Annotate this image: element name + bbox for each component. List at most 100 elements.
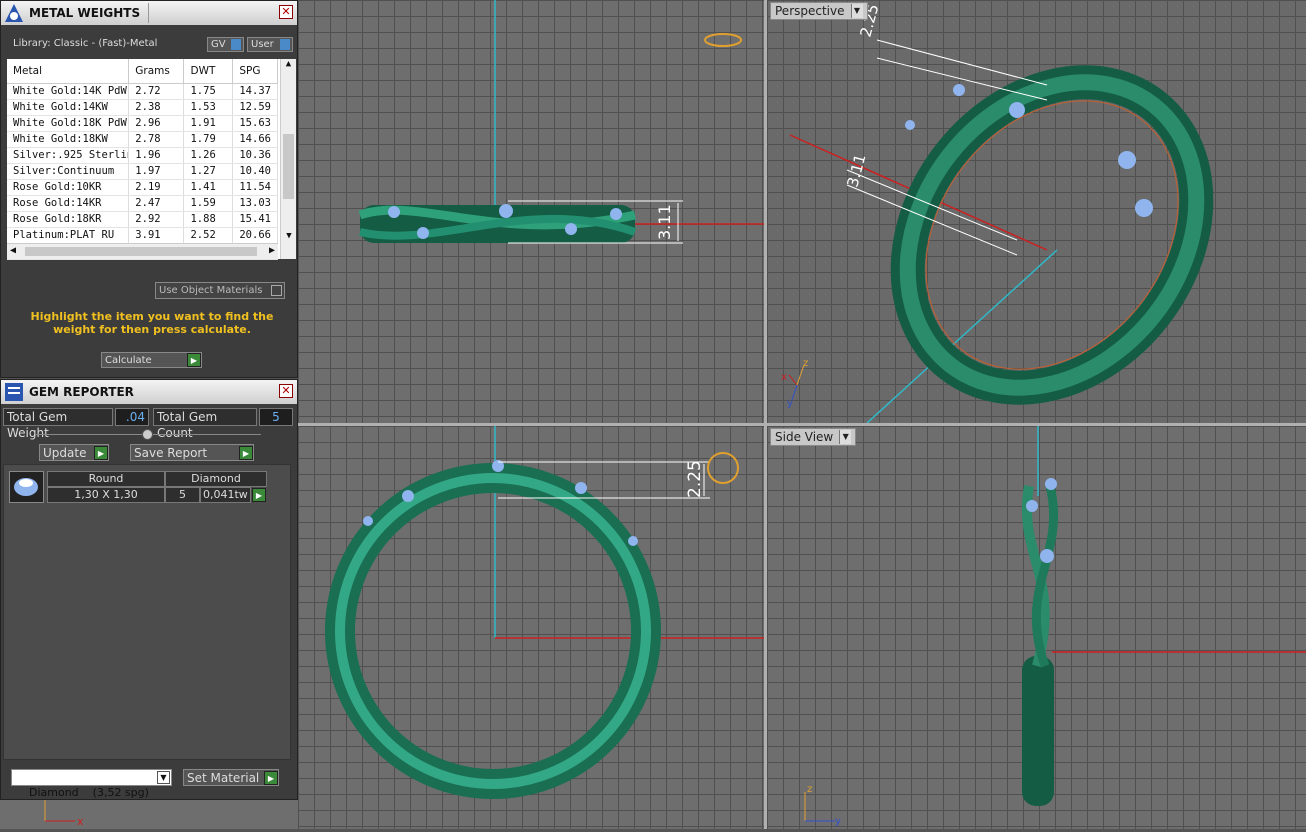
- column-header-spg[interactable]: SPG: [232, 59, 278, 84]
- calculate-hint: Highlight the item you want to find the …: [30, 310, 274, 336]
- table-cell: 2.96: [128, 115, 185, 132]
- table-cell: 10.40: [232, 163, 278, 180]
- set-material-button[interactable]: Set Material ▶: [183, 769, 279, 786]
- calculate-button[interactable]: Calculate ▶: [101, 352, 202, 368]
- chevron-up-icon[interactable]: ▲: [281, 59, 296, 69]
- material-select[interactable]: Diamond (3,52 spg) ▼: [11, 769, 172, 799]
- scroll-thumb[interactable]: [25, 247, 257, 256]
- table-row[interactable]: White Gold:14K PdW 2.72 1.75 14.37: [7, 83, 278, 100]
- close-icon[interactable]: ✕: [279, 5, 293, 19]
- viewport-top[interactable]: 3.11: [298, 0, 764, 423]
- use-object-materials-label: Use Object Materials: [159, 285, 263, 296]
- chevron-down-icon[interactable]: ▼: [839, 430, 852, 444]
- table-cell: 1.79: [183, 131, 234, 148]
- table-cell: 1.27: [183, 163, 234, 180]
- table-row[interactable]: White Gold:18K PdW 2.96 1.91 15.63: [7, 115, 278, 132]
- viewport-separator-vertical[interactable]: [764, 0, 767, 829]
- table-cell: 2.52: [183, 227, 234, 244]
- table-row[interactable]: Rose Gold:18KR 2.92 1.88 15.41: [7, 211, 278, 228]
- gem-material: Diamond: [165, 471, 267, 487]
- metal-weights-icon: [5, 4, 23, 22]
- axis-gizmo-perspective: x z y: [781, 358, 808, 409]
- checkbox-icon: [271, 285, 282, 296]
- viewport-perspective[interactable]: 2.25 3.11 x z y Perspective ▼: [767, 0, 1306, 423]
- gem-weight: 0,041tw: [200, 487, 251, 503]
- update-button[interactable]: Update ▶: [39, 444, 109, 461]
- slider-knob[interactable]: [142, 429, 153, 440]
- table-cell: 1.75: [183, 83, 234, 100]
- material-select-value: Diamond (3,52 spg): [29, 786, 149, 799]
- table-row[interactable]: Silver:Continuum 1.97 1.27 10.40: [7, 163, 278, 180]
- ring-side: [1021, 478, 1059, 806]
- table-row[interactable]: White Gold:14KW 2.38 1.53 12.59: [7, 99, 278, 116]
- svg-text:x: x: [781, 372, 787, 383]
- gem-reporter-title: GEM REPORTER: [29, 385, 134, 399]
- table-cell: 3.91: [128, 227, 185, 244]
- ring-top: [358, 204, 637, 243]
- scroll-thumb[interactable]: [283, 134, 294, 199]
- viewport-label-side[interactable]: Side View ▼: [770, 428, 857, 446]
- table-cell: White Gold:14K PdW: [7, 83, 130, 100]
- chevron-down-icon[interactable]: ▼: [157, 771, 170, 784]
- table-row[interactable]: Platinum:PLAT RU 3.91 2.52 20.66: [7, 227, 278, 244]
- user-toggle-label: User: [251, 39, 274, 50]
- play-arrow-icon: ▶: [239, 445, 253, 460]
- gem-size: 1,30 X 1,30: [47, 487, 165, 503]
- total-gem-weight-value: .04: [115, 408, 149, 426]
- save-report-button[interactable]: Save Report ▶: [130, 444, 254, 461]
- table-row[interactable]: Rose Gold:10KR 2.19 1.41 11.54: [7, 179, 278, 196]
- table-row[interactable]: White Gold:18KW 2.78 1.79 14.66: [7, 131, 278, 148]
- svg-text:y: y: [835, 816, 841, 827]
- table-cell: Rose Gold:18KR: [7, 211, 130, 228]
- axis-x-label: x: [77, 815, 84, 828]
- table-cell: 2.19: [128, 179, 185, 196]
- table-cell: 2.78: [128, 131, 185, 148]
- chevron-down-icon[interactable]: ▼: [281, 231, 297, 241]
- metal-weights-title: METAL WEIGHTS: [29, 6, 141, 20]
- metal-weights-titlebar[interactable]: METAL WEIGHTS ✕: [1, 1, 297, 25]
- use-object-materials-checkbox[interactable]: Use Object Materials: [155, 282, 285, 299]
- viewport-label-perspective[interactable]: Perspective ▼: [770, 2, 868, 20]
- table-cell: 14.66: [232, 131, 278, 148]
- table-cell: 20.66: [232, 227, 278, 244]
- table-cell: Silver:Continuum: [7, 163, 130, 180]
- table-cell: 1.88: [183, 211, 234, 228]
- viewport-front[interactable]: 2.25: [298, 426, 764, 829]
- update-label: Update: [43, 445, 87, 460]
- svg-text:z: z: [803, 358, 808, 369]
- gv-toggle[interactable]: GV: [207, 37, 244, 52]
- table-row[interactable]: Rose Gold:14KR 2.47 1.59 13.03: [7, 195, 278, 212]
- gem-reporter-titlebar[interactable]: GEM REPORTER ✕: [1, 380, 297, 404]
- close-icon[interactable]: ✕: [279, 384, 293, 398]
- column-header-metal[interactable]: Metal: [7, 59, 130, 84]
- table-cell: Rose Gold:14KR: [7, 195, 130, 212]
- table-row[interactable]: Silver:.925 Sterling 1.96 1.26 10.36: [7, 147, 278, 164]
- gem-list[interactable]: Round Diamond 1,30 X 1,30 5 0,041tw ▶: [3, 464, 291, 760]
- metal-table-vertical-scrollbar[interactable]: ▲ ▼: [280, 59, 296, 259]
- chevron-left-icon[interactable]: ◀: [10, 245, 16, 256]
- table-cell: Silver:.925 Sterling: [7, 147, 130, 164]
- gem-select-arrow-icon[interactable]: ▶: [252, 488, 266, 502]
- viewport-separator-horizontal[interactable]: [298, 423, 1306, 426]
- axis-gizmo-side: z y: [804, 784, 841, 827]
- chevron-down-icon[interactable]: ▼: [850, 4, 863, 18]
- column-header-dwt[interactable]: DWT: [183, 59, 234, 84]
- column-header-grams[interactable]: Grams: [128, 59, 185, 84]
- gv-toggle-label: GV: [211, 39, 226, 50]
- gem-thumbnail-icon[interactable]: [9, 471, 44, 503]
- metal-table-horizontal-scrollbar[interactable]: ◀ ▶: [7, 243, 278, 259]
- svg-text:z: z: [807, 784, 812, 795]
- toggle-switch-icon: [231, 39, 241, 50]
- gem-reporter-icon: [5, 383, 23, 401]
- table-cell: 2.47: [128, 195, 185, 212]
- user-toggle[interactable]: User: [247, 37, 293, 52]
- table-cell: 1.59: [183, 195, 234, 212]
- set-material-label: Set Material: [187, 770, 260, 785]
- viewport-side[interactable]: z y Side View ▼: [767, 426, 1306, 829]
- metal-table[interactable]: Metal Grams DWT SPG White Gold:14K PdW 2.72 1…: [7, 59, 296, 260]
- gem-shape: Round: [47, 471, 165, 487]
- table-cell: 1.41: [183, 179, 234, 196]
- chevron-right-icon[interactable]: ▶: [269, 245, 275, 256]
- play-arrow-icon: ▶: [187, 353, 201, 367]
- side-view-label: Side View: [775, 430, 834, 444]
